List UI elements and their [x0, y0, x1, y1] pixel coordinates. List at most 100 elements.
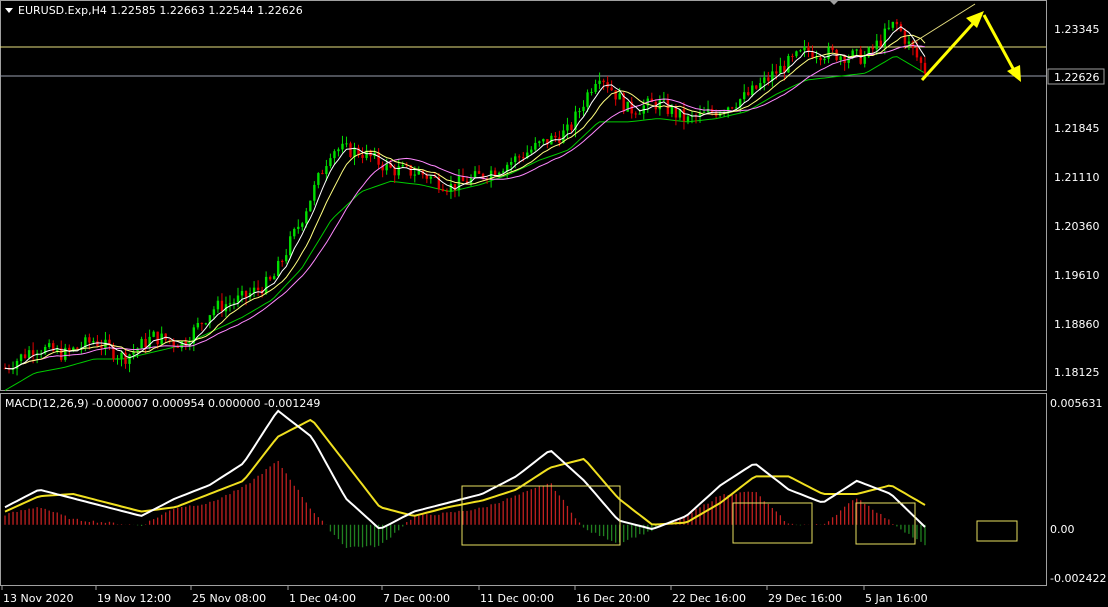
- candle: [763, 71, 766, 91]
- candle: [329, 153, 332, 169]
- candle: [634, 111, 637, 119]
- candle: [337, 147, 340, 157]
- trading-chart[interactable]: EURUSD.Exp,H4 1.22585 1.22663 1.22544 1.…: [0, 0, 1108, 607]
- ma-10-line: [4, 34, 926, 370]
- candle: [152, 330, 155, 338]
- ma-21-line: [4, 45, 926, 370]
- candle: [345, 136, 348, 148]
- time-label: 7 Dec 00:00: [383, 592, 450, 605]
- candle: [686, 114, 690, 125]
- candle: [96, 335, 99, 348]
- macd-tick: 0.005631: [1050, 397, 1103, 410]
- candle: [473, 166, 477, 179]
- candle: [554, 132, 557, 142]
- time-label: 25 Nov 08:00: [192, 592, 266, 605]
- candle: [313, 181, 316, 206]
- candle: [301, 221, 304, 231]
- candle: [534, 137, 537, 152]
- candle: [64, 343, 67, 362]
- candle: [293, 227, 296, 240]
- candle: [196, 317, 200, 330]
- candle: [538, 140, 541, 147]
- candle: [361, 147, 364, 164]
- candle: [658, 95, 662, 116]
- candle: [626, 101, 629, 112]
- price-tick: 1.20360: [1054, 220, 1100, 233]
- candlesticks: [3, 19, 927, 376]
- candle: [216, 296, 220, 313]
- candle: [783, 60, 786, 81]
- candle: [755, 84, 758, 90]
- candle: [321, 169, 324, 175]
- candle: [200, 322, 204, 332]
- candle: [891, 21, 895, 31]
- candle: [530, 146, 533, 155]
- candle: [220, 293, 224, 317]
- candle: [47, 339, 51, 349]
- candle: [23, 348, 27, 360]
- candle: [160, 326, 163, 346]
- candle: [56, 345, 59, 354]
- candle: [839, 54, 842, 66]
- symbol-menu-icon[interactable]: [5, 8, 13, 13]
- price-tick: 1.18125: [1054, 366, 1100, 379]
- moving-averages-fast: [4, 26, 926, 370]
- time-label: 16 Dec 20:00: [576, 592, 650, 605]
- candle: [120, 350, 123, 367]
- candle: [550, 133, 553, 145]
- candle: [144, 333, 147, 354]
- macd-header: MACD(12,26,9) -0.000007 0.000954 0.00000…: [5, 397, 320, 410]
- shift-marker-icon[interactable]: [829, 0, 839, 5]
- candle: [606, 76, 609, 93]
- candle: [248, 287, 252, 301]
- highlight-box-4[interactable]: [976, 520, 1018, 542]
- candle: [297, 219, 300, 234]
- candle: [787, 53, 790, 73]
- candle: [52, 340, 55, 353]
- forecast-arrow-up[interactable]: [920, 11, 984, 82]
- candle: [317, 172, 320, 189]
- candle: [578, 107, 581, 119]
- price-scale: 1.23345 1.22626 1.21845 1.21110 1.20360 …: [1047, 23, 1105, 379]
- candle: [582, 100, 585, 116]
- candle: [662, 91, 666, 103]
- candle: [706, 100, 710, 113]
- candle: [887, 20, 891, 31]
- candle: [128, 353, 131, 373]
- candle: [799, 49, 802, 53]
- candle: [268, 275, 272, 282]
- price-tick: 1.23345: [1054, 23, 1100, 36]
- time-axis: 13 Nov 2020 19 Nov 12:00 25 Nov 08:00 1 Dec…: [1, 586, 928, 605]
- candle: [281, 259, 284, 267]
- candle: [831, 44, 834, 53]
- candle: [441, 183, 445, 192]
- candle: [907, 35, 911, 50]
- candle: [602, 78, 605, 91]
- price-tick: 1.18860: [1054, 318, 1100, 331]
- macd-tick: -0.002422: [1050, 572, 1106, 585]
- candle: [598, 72, 601, 90]
- candle: [401, 161, 404, 168]
- price-tick: 1.19610: [1054, 269, 1100, 282]
- candle: [100, 339, 103, 356]
- forecast-arrow-down[interactable]: [982, 14, 1021, 82]
- time-label: 19 Nov 12:00: [97, 592, 171, 605]
- candle: [919, 55, 923, 70]
- candle: [421, 169, 425, 179]
- candle: [819, 55, 822, 66]
- candle: [76, 346, 79, 350]
- candle: [747, 86, 750, 97]
- candle: [35, 349, 39, 364]
- candle: [276, 256, 280, 277]
- symbol-header: EURUSD.Exp,H4 1.22585 1.22663 1.22544 1.…: [18, 4, 303, 17]
- candle: [148, 329, 151, 350]
- macd-scale: 0.005631 0.00 -0.002422: [1050, 397, 1106, 585]
- signal-line: [4, 418, 926, 526]
- candle: [289, 231, 292, 259]
- trendline[interactable]: [904, 3, 976, 49]
- time-label: 11 Dec 00:00: [480, 592, 554, 605]
- current-price-label: 1.22626: [1054, 71, 1100, 84]
- time-label: 13 Nov 2020: [3, 592, 73, 605]
- candle: [437, 173, 441, 193]
- candle: [256, 280, 260, 297]
